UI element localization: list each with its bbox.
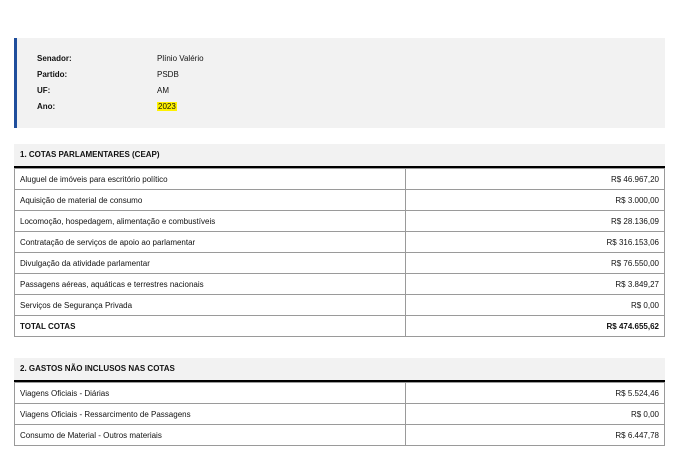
ano-value: 2023 — [157, 100, 177, 114]
partido-label: Partido: — [37, 70, 68, 79]
expense-value: R$ 316.153,06 — [405, 231, 665, 253]
expense-label: Viagens Oficiais - Diárias — [14, 382, 406, 404]
expense-label: Aluguel de imóveis para escritório polít… — [14, 168, 406, 190]
section-1-table: Aluguel de imóveis para escritório polít… — [14, 168, 665, 337]
senador-value: Plínio Valério — [157, 54, 204, 63]
ano-label: Ano: — [37, 102, 56, 111]
section-2-table: Viagens Oficiais - Diárias R$ 5.524,46 Via… — [14, 382, 665, 446]
expense-label: Divulgação da atividade parlamentar — [14, 252, 406, 274]
table-row: Contratação de serviços de apoio ao parl… — [14, 231, 665, 253]
senador-label: Senador: — [37, 54, 72, 63]
expense-value: R$ 76.550,00 — [405, 252, 665, 274]
expense-value: R$ 3.849,27 — [405, 273, 665, 295]
uf-value: AM — [157, 86, 169, 95]
ano-highlight: 2023 — [157, 102, 177, 111]
partido-value: PSDB — [157, 70, 179, 79]
expense-value: R$ 5.524,46 — [405, 382, 665, 404]
expense-value: R$ 0,00 — [405, 294, 665, 316]
expense-label: Locomoção, hospedagem, alimentação e com… — [14, 210, 406, 232]
expense-value: R$ 46.967,20 — [405, 168, 665, 190]
section-1-header: 1. COTAS PARLAMENTARES (CEAP) — [14, 144, 665, 168]
expense-value: R$ 0,00 — [405, 403, 665, 425]
total-row: TOTAL COTAS R$ 474.655,62 — [14, 315, 665, 337]
table-row: Divulgação da atividade parlamentar R$ 76… — [14, 252, 665, 274]
expense-label: Consumo de Material - Outros materiais — [14, 424, 406, 446]
senator-info-box: Senador: Plínio Valério Partido: PSDB UF… — [14, 38, 665, 128]
total-label: TOTAL COTAS — [14, 315, 406, 337]
expense-label: Passagens aéreas, aquáticas e terrestres… — [14, 273, 406, 295]
table-row: Locomoção, hospedagem, alimentação e com… — [14, 210, 665, 232]
table-row: Viagens Oficiais - Diárias R$ 5.524,46 — [14, 382, 665, 404]
table-row: Serviços de Segurança Privada R$ 0,00 — [14, 294, 665, 316]
uf-label: UF: — [37, 86, 51, 95]
section-2-header: 2. GASTOS NÃO INCLUSOS NAS COTAS — [14, 358, 665, 382]
expense-label: Aquisição de material de consumo — [14, 189, 406, 211]
expense-value: R$ 28.136,09 — [405, 210, 665, 232]
expense-value: R$ 6.447,78 — [405, 424, 665, 446]
table-row: Aquisição de material de consumo R$ 3.000… — [14, 189, 665, 211]
expense-value: R$ 3.000,00 — [405, 189, 665, 211]
table-row: Aluguel de imóveis para escritório polít… — [14, 168, 665, 190]
expense-label: Contratação de serviços de apoio ao parl… — [14, 231, 406, 253]
expense-label: Serviços de Segurança Privada — [14, 294, 406, 316]
table-row: Passagens aéreas, aquáticas e terrestres… — [14, 273, 665, 295]
expense-label: Viagens Oficiais - Ressarcimento de Pass… — [14, 403, 406, 425]
table-row: Viagens Oficiais - Ressarcimento de Pass… — [14, 403, 665, 425]
table-row: Consumo de Material - Outros materiais R$… — [14, 424, 665, 446]
total-value: R$ 474.655,62 — [405, 315, 665, 337]
